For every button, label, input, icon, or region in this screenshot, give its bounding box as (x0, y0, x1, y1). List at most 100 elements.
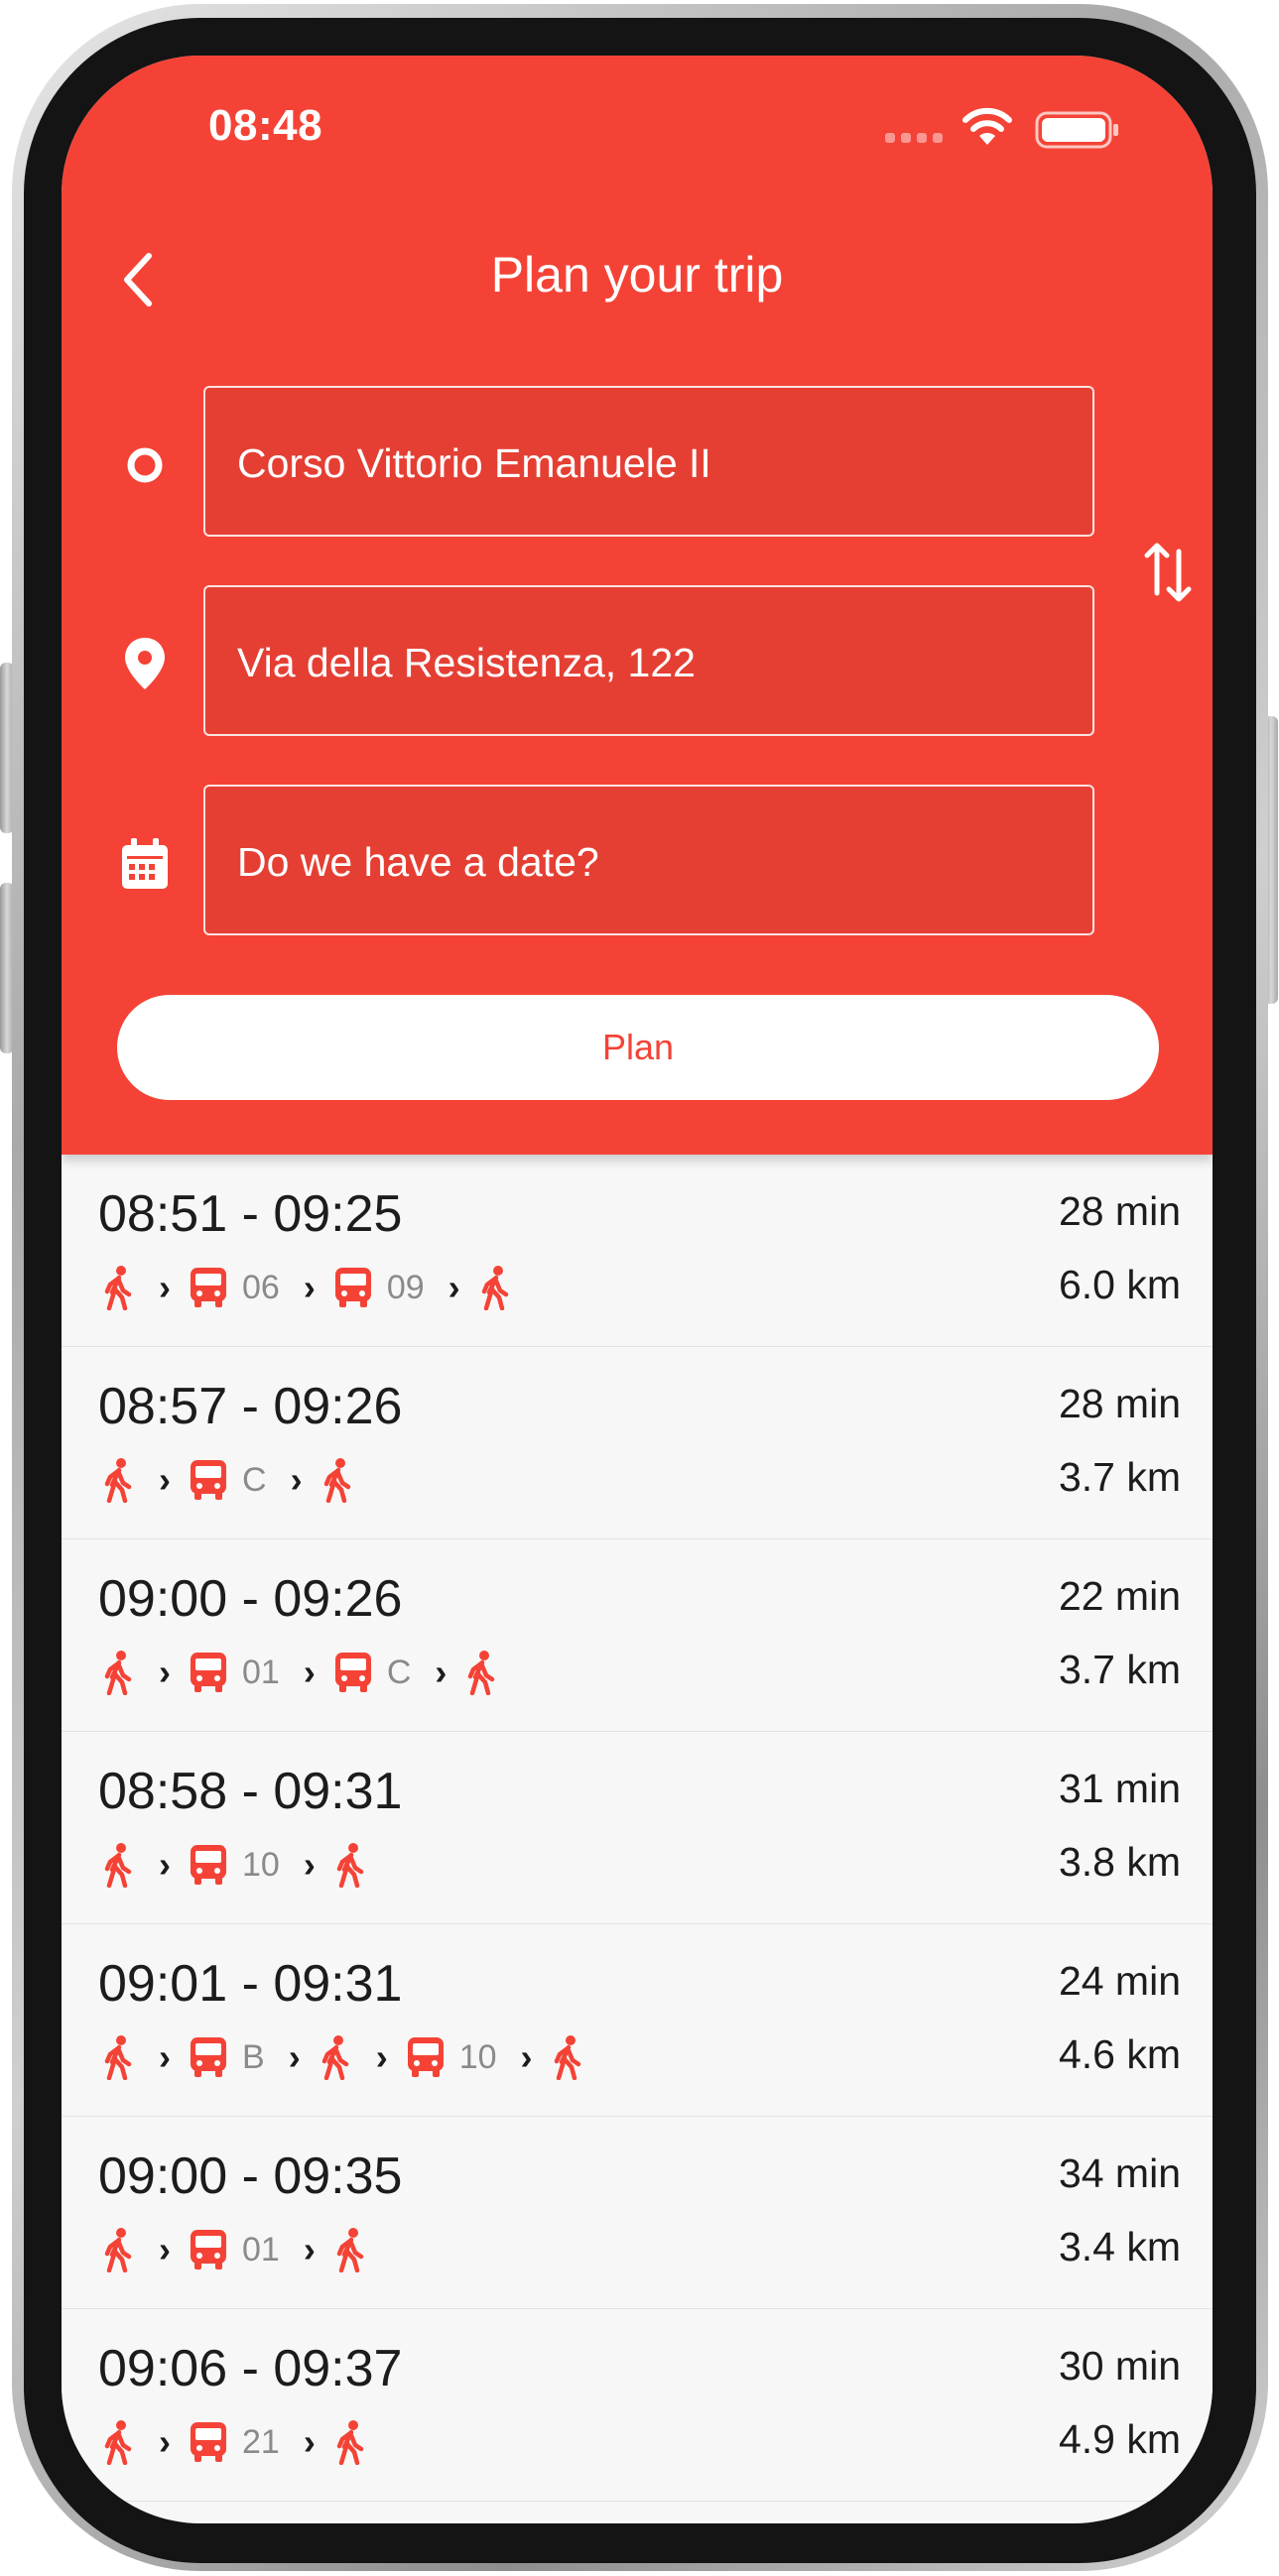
bus-icon (189, 2228, 228, 2271)
wifi-icon (962, 107, 1012, 145)
bus-leg: 10 (406, 2035, 497, 2079)
walk-icon (101, 2034, 135, 2080)
chevron-right-icon: › (303, 1844, 316, 1885)
trip-legs: › 06 › 09 › (101, 1260, 512, 1315)
battery-icon (1035, 111, 1118, 149)
trip-legs: › 01 › (101, 2222, 367, 2277)
bus-icon (406, 2035, 446, 2079)
bus-icon (189, 1266, 228, 1309)
origin-input[interactable]: Corso Vittorio Emanuele II (203, 386, 1094, 537)
bus-icon (189, 2420, 228, 2464)
walk-icon (101, 2227, 135, 2272)
page-title: Plan your trip (490, 247, 784, 303)
bus-leg: B (189, 2035, 265, 2079)
trip-duration: 28 min (1058, 1381, 1181, 1426)
bus-route-number: C (242, 1460, 267, 1499)
bus-route-number: C (386, 1653, 412, 1691)
chevron-right-icon: › (159, 2421, 171, 2462)
bus-icon (333, 1266, 373, 1309)
chevron-right-icon: › (159, 1267, 171, 1307)
trip-option[interactable]: 09:01 - 09:31 24 min 4.6 km › B › › 10 › (62, 1924, 1213, 2117)
trip-time-range: 08:51 - 09:25 (98, 1185, 403, 1243)
trip-time-range: 09:01 - 09:31 (98, 1955, 403, 2013)
chevron-right-icon: › (303, 1267, 316, 1307)
walk-icon (101, 1650, 135, 1695)
bus-leg: 21 (189, 2420, 280, 2464)
trip-option[interactable]: 08:58 - 09:31 31 min 3.8 km › 10 › (62, 1732, 1213, 1924)
trip-legs: › C › (101, 1452, 354, 1508)
bus-icon (189, 1651, 228, 1694)
chevron-right-icon: › (375, 2036, 388, 2077)
trip-distance: 3.7 km (1058, 1454, 1181, 1500)
trip-option[interactable]: 09:06 - 09:37 30 min 4.9 km › 21 › (62, 2309, 1213, 2502)
trip-time-range: 08:57 - 09:26 (98, 1378, 403, 1435)
trip-planner-header: 08:48 Plan your trip Corso Vittorio Eman… (62, 56, 1213, 1155)
origin-circle-icon (105, 426, 185, 505)
bus-leg: 10 (189, 1843, 280, 1887)
bus-route-number: 09 (386, 1268, 425, 1306)
chevron-right-icon: › (159, 2229, 171, 2269)
chevron-right-icon: › (290, 1459, 303, 1500)
trip-time-range: 09:06 - 09:37 (98, 2340, 403, 2397)
chevron-right-icon: › (520, 2036, 533, 2077)
trip-distance: 3.7 km (1058, 1647, 1181, 1692)
walk-icon (333, 1842, 367, 1888)
walk-icon (101, 1265, 135, 1310)
date-input[interactable]: Do we have a date? (203, 785, 1094, 935)
trip-legs: › 21 › (101, 2414, 367, 2470)
bus-leg: 06 (189, 1266, 280, 1309)
trip-option[interactable]: 08:57 - 09:26 28 min 3.7 km › C › (62, 1347, 1213, 1539)
trip-legs: › 01 › C › (101, 1645, 498, 1700)
walk-icon (551, 2034, 584, 2080)
trip-duration: 28 min (1058, 1188, 1181, 1234)
trip-duration: 34 min (1058, 2150, 1181, 2196)
trip-distance: 3.8 km (1058, 1839, 1181, 1885)
bus-leg: 01 (189, 2228, 280, 2271)
walk-icon (101, 1457, 135, 1503)
status-time: 08:48 (208, 101, 323, 150)
trip-duration: 31 min (1058, 1766, 1181, 1811)
trip-duration: 30 min (1058, 2343, 1181, 2389)
walk-icon (333, 2227, 367, 2272)
chevron-right-icon: › (159, 1844, 171, 1885)
cellular-signal-icon (885, 133, 943, 143)
chevron-right-icon: › (303, 2229, 316, 2269)
trip-time-range: 09:00 - 09:26 (98, 1570, 403, 1628)
bus-leg: 01 (189, 1651, 280, 1694)
trip-time-range: 08:58 - 09:31 (98, 1763, 403, 1820)
chevron-right-icon: › (159, 1652, 171, 1692)
walk-icon (464, 1650, 498, 1695)
bus-route-number: 10 (458, 2037, 497, 2076)
trip-distance: 3.4 km (1058, 2224, 1181, 2269)
swap-locations-icon[interactable] (1133, 534, 1213, 613)
trip-option[interactable]: 09:00 - 09:35 34 min 3.4 km › 01 › (62, 2117, 1213, 2309)
trip-duration: 24 min (1058, 1958, 1181, 2004)
bus-route-number: 01 (242, 2230, 280, 2269)
chevron-right-icon: › (448, 1267, 460, 1307)
bus-leg: 09 (333, 1266, 425, 1309)
trip-time-range: 09:00 - 09:35 (98, 2147, 403, 2205)
bus-leg: C (189, 1458, 267, 1502)
bus-route-number: 10 (242, 1845, 280, 1884)
trip-option[interactable]: 09:00 - 09:26 22 min 3.7 km › 01 › C › (62, 1539, 1213, 1732)
walk-icon (101, 1842, 135, 1888)
walk-icon (333, 2419, 367, 2465)
trip-option[interactable]: 08:51 - 09:25 28 min 6.0 km › 06 › 09 › (62, 1155, 1213, 1347)
trip-results-list: 08:51 - 09:25 28 min 6.0 km › 06 › 09 › 08:57 - … (62, 1155, 1213, 2502)
bus-icon (333, 1651, 373, 1694)
destination-input[interactable]: Via della Resistenza, 122 (203, 585, 1094, 736)
walk-icon (101, 2419, 135, 2465)
plan-button[interactable]: Plan (117, 995, 1159, 1100)
bus-route-number: 21 (242, 2422, 280, 2461)
chevron-right-icon: › (303, 2421, 316, 2462)
trip-distance: 4.9 km (1058, 2416, 1181, 2462)
walk-icon (478, 1265, 512, 1310)
bus-route-number: B (242, 2037, 265, 2076)
chevron-right-icon: › (159, 1459, 171, 1500)
chevron-right-icon: › (288, 2036, 301, 2077)
bus-icon (189, 1458, 228, 1502)
bus-icon (189, 1843, 228, 1887)
bus-icon (189, 2035, 228, 2079)
chevron-right-icon: › (435, 1652, 448, 1692)
bus-route-number: 06 (242, 1268, 280, 1306)
